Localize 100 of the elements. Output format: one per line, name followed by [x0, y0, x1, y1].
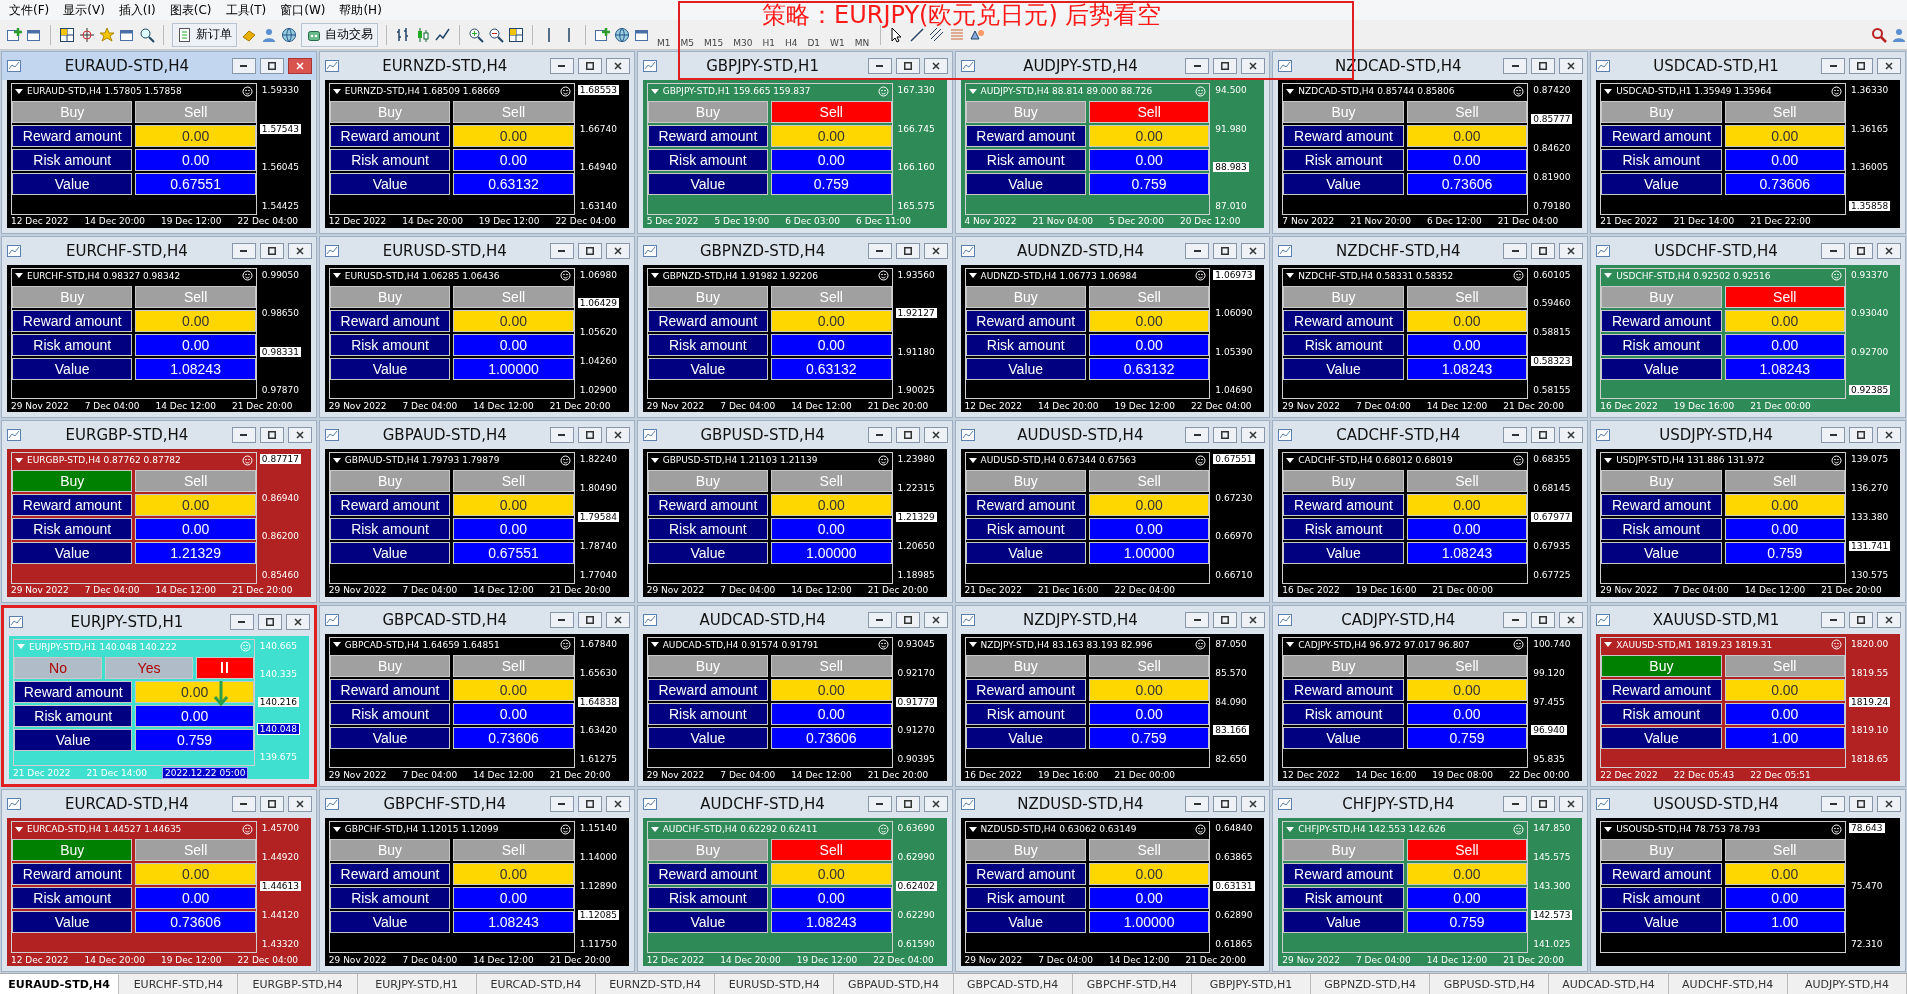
restore-button[interactable]	[577, 58, 602, 74]
minimize-button[interactable]	[549, 611, 574, 628]
buy-button[interactable]: Buy	[1601, 654, 1722, 677]
channel-icon[interactable]	[929, 26, 946, 43]
minimize-button[interactable]	[867, 242, 892, 259]
close-button[interactable]	[287, 58, 312, 74]
close-button[interactable]	[923, 427, 948, 444]
close-button[interactable]	[1241, 611, 1266, 628]
minimize-button[interactable]	[1821, 611, 1845, 628]
sell-button[interactable]: Sell	[1406, 839, 1528, 862]
tile-icon[interactable]	[508, 26, 524, 43]
restore-button[interactable]	[895, 427, 920, 444]
triangle-icon[interactable]	[332, 273, 341, 279]
minimize-button[interactable]	[1821, 58, 1845, 74]
minimize-button[interactable]	[1503, 427, 1528, 444]
minimize-button[interactable]	[1185, 427, 1210, 444]
close-button[interactable]	[1877, 242, 1901, 259]
restore-button[interactable]	[577, 611, 602, 628]
sell-button[interactable]: Sell	[771, 839, 892, 862]
close-button[interactable]	[287, 796, 312, 813]
buy-button[interactable]: Buy	[12, 470, 133, 493]
diagonal-line-icon[interactable]	[909, 26, 926, 43]
buy-button[interactable]: Buy	[1283, 839, 1404, 862]
restore-button[interactable]	[1849, 427, 1873, 444]
buy-button[interactable]: Buy	[1601, 101, 1722, 123]
restore-button[interactable]	[259, 58, 284, 74]
timeframe-button[interactable]: M5	[677, 38, 697, 48]
timeframe-button[interactable]: D1	[804, 38, 824, 48]
restore-button[interactable]	[259, 242, 284, 259]
minimize-button[interactable]	[1821, 242, 1845, 259]
restore-button[interactable]	[1531, 796, 1556, 813]
sell-button[interactable]: Sell	[1724, 470, 1845, 493]
line-chart-icon[interactable]	[435, 26, 451, 43]
triangle-icon[interactable]	[15, 457, 23, 463]
triangle-icon[interactable]	[968, 642, 977, 648]
close-button[interactable]	[605, 611, 630, 628]
minimize-button[interactable]	[867, 427, 892, 444]
minimize-button[interactable]	[229, 613, 254, 630]
restore-button[interactable]	[257, 613, 282, 630]
buy-button[interactable]: Buy	[965, 654, 1086, 677]
buy-button[interactable]: Buy	[329, 285, 451, 308]
triangle-icon[interactable]	[1604, 826, 1613, 832]
sell-button[interactable]: Sell	[1724, 285, 1845, 308]
minimize-button[interactable]	[549, 427, 574, 444]
close-button[interactable]	[923, 58, 948, 74]
close-button[interactable]	[605, 427, 630, 444]
sell-button[interactable]: Sell	[135, 839, 256, 862]
minimize-button[interactable]	[231, 242, 256, 259]
buy-button[interactable]: Buy	[647, 470, 769, 493]
dialog-button[interactable]: No	[14, 656, 102, 679]
sell-button[interactable]: ll	[196, 656, 254, 679]
restore-button[interactable]	[895, 611, 920, 628]
triangle-icon[interactable]	[1604, 642, 1613, 648]
buy-button[interactable]: Buy	[647, 101, 769, 123]
grid-icon[interactable]	[59, 26, 75, 43]
triangle-icon[interactable]	[332, 826, 341, 832]
restore-button[interactable]	[1531, 58, 1556, 74]
star-icon[interactable]	[99, 26, 115, 43]
auto-trading-button[interactable]: 自动交易	[301, 22, 378, 47]
restore-button[interactable]	[259, 427, 284, 444]
restore-button[interactable]	[1531, 242, 1556, 259]
minimize-button[interactable]	[549, 242, 574, 259]
sell-button[interactable]: Sell	[771, 654, 892, 677]
sell-button[interactable]: Sell	[1088, 285, 1210, 308]
close-button[interactable]	[923, 611, 948, 628]
menu-item[interactable]: 工具(T)	[218, 1, 274, 19]
close-button[interactable]	[923, 796, 948, 813]
menu-item[interactable]: 显示(V)	[56, 1, 112, 19]
minimize-button[interactable]	[1185, 242, 1210, 259]
triangle-icon[interactable]	[650, 273, 659, 279]
close-button[interactable]	[1877, 58, 1901, 74]
sell-button[interactable]: Sell	[1724, 654, 1845, 677]
close-button[interactable]	[1241, 427, 1266, 444]
close-button[interactable]	[1559, 611, 1584, 628]
buy-button[interactable]: Buy	[329, 101, 451, 123]
triangle-icon[interactable]	[15, 88, 23, 94]
timeframe-button[interactable]: W1	[827, 38, 848, 48]
person-icon[interactable]	[1891, 26, 1907, 43]
minimize-button[interactable]	[231, 58, 256, 74]
triangle-icon[interactable]	[1604, 457, 1613, 463]
restore-button[interactable]	[1531, 427, 1556, 444]
buy-button[interactable]: Buy	[647, 839, 769, 862]
buy-button[interactable]: Buy	[1601, 839, 1722, 862]
sell-button[interactable]: Sell	[1406, 101, 1528, 123]
timeframe-button[interactable]: MN	[851, 38, 873, 48]
close-button[interactable]	[1559, 796, 1584, 813]
restore-button[interactable]	[1849, 796, 1873, 813]
buy-button[interactable]: Buy	[965, 839, 1086, 862]
buy-button[interactable]: Buy	[329, 839, 451, 862]
timeframe-button[interactable]: H1	[759, 38, 778, 48]
timeframe-button[interactable]: H4	[781, 38, 801, 48]
sell-button[interactable]: Sell	[453, 285, 574, 308]
restore-button[interactable]	[1849, 242, 1873, 259]
buy-button[interactable]: Buy	[329, 654, 451, 677]
zoom-out-icon[interactable]	[488, 26, 504, 43]
minimize-button[interactable]	[1185, 58, 1210, 74]
crosshair-icon[interactable]	[79, 26, 95, 43]
minimize-button[interactable]	[1503, 796, 1528, 813]
menu-item[interactable]: 帮助(H)	[332, 1, 389, 19]
minimize-button[interactable]	[1821, 796, 1845, 813]
